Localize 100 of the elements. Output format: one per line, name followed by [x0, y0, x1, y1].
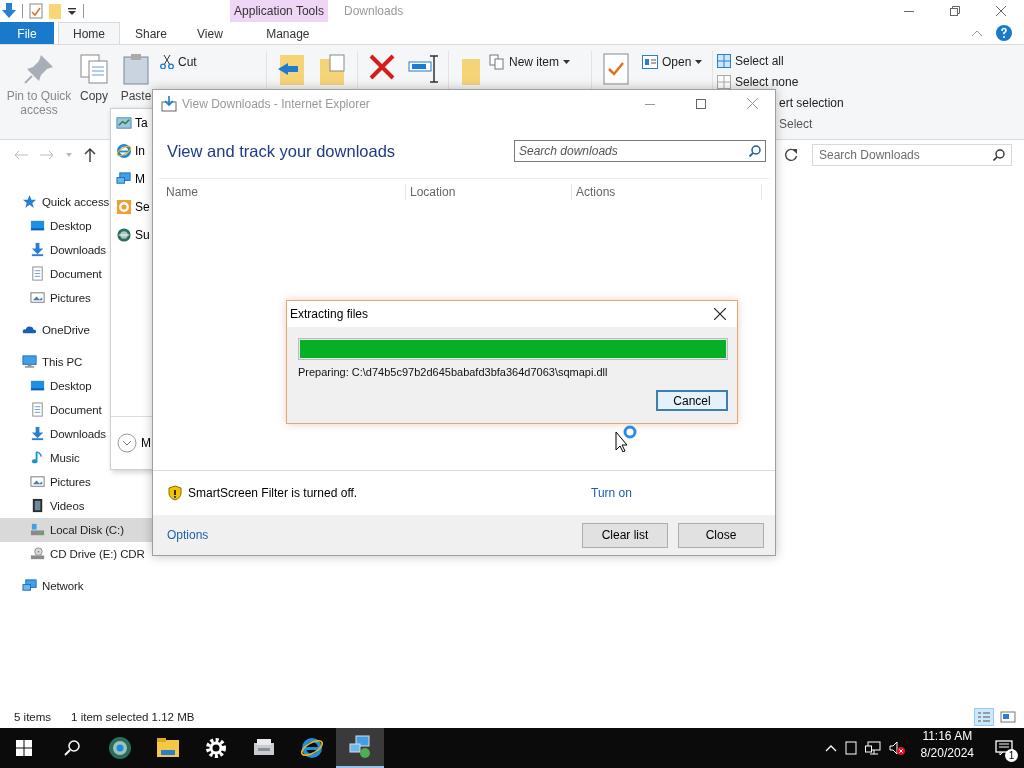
search-field[interactable]: Search Downloads [812, 144, 1012, 166]
column-header[interactable]: Actions [572, 184, 762, 200]
help-icon[interactable] [996, 25, 1012, 41]
dialog-button[interactable]: Close [678, 522, 764, 548]
caret-icon [695, 60, 703, 64]
ribbon-tab[interactable]: Home [58, 22, 120, 44]
properties-icon [29, 3, 43, 19]
status-text: SmartScreen Filter is turned off. [188, 486, 358, 500]
new-item-button[interactable]: New item [489, 55, 585, 69]
dropdown-icon[interactable] [67, 6, 77, 16]
move-to-icon[interactable] [276, 53, 306, 85]
notification-badge: 1 [1005, 749, 1018, 762]
heading: View and track your downloads [167, 141, 396, 161]
nav-item[interactable]: Music [0, 446, 80, 470]
chevron-circle-icon[interactable] [117, 433, 137, 453]
paste-button[interactable]: Paste [116, 45, 156, 103]
nav-item[interactable]: Videos [0, 494, 85, 518]
nav-item[interactable]: Document [0, 262, 102, 286]
folder-icon [49, 3, 61, 19]
context-tab-header: Application Tools [230, 0, 328, 22]
nav-item[interactable]: Desktop [0, 374, 92, 398]
nav-item[interactable]: CD Drive (E:) CDR [0, 542, 145, 566]
select-none-button[interactable]: Select none [717, 75, 799, 89]
computer-icon [22, 354, 38, 370]
dialog-button[interactable]: Clear list [582, 522, 668, 548]
clock[interactable]: 11:16 AM 8/20/2024 [910, 728, 984, 768]
nav-item[interactable]: Desktop [0, 214, 92, 238]
cut-button[interactable]: Cut [160, 55, 260, 69]
nav-item[interactable]: Document [0, 398, 102, 422]
search-icon [749, 145, 761, 157]
search-icon [993, 149, 1005, 161]
globe-icon [116, 227, 132, 243]
copy-icon [79, 53, 109, 85]
menu-item[interactable]: M [141, 436, 151, 450]
menu-item[interactable]: M [111, 165, 145, 193]
menu-item[interactable]: Ta [111, 109, 148, 137]
file-tab[interactable]: File [0, 22, 54, 44]
rename-icon[interactable] [408, 53, 440, 85]
nav-item[interactable]: Network [0, 574, 84, 598]
speaker-muted-icon[interactable] [888, 741, 905, 755]
picture-icon [30, 474, 46, 490]
options-link[interactable]: Options [167, 528, 209, 542]
column-header[interactable]: Name [166, 184, 406, 200]
network-status-icon[interactable] [864, 741, 881, 755]
copy-button[interactable]: Copy [76, 45, 112, 103]
delete-icon[interactable] [368, 53, 396, 81]
document-icon [30, 266, 46, 282]
menu-item[interactable]: Su [111, 221, 150, 249]
nav-item[interactable]: Downloads [0, 238, 106, 262]
nav-item[interactable]: Local Disk (C:) [0, 518, 152, 542]
busy-cursor-icon [615, 425, 639, 452]
download-window-icon [161, 95, 177, 112]
new-item-icon [489, 54, 505, 70]
close-icon[interactable] [714, 308, 726, 320]
open-button[interactable]: Open [642, 55, 712, 69]
paste-icon [123, 53, 149, 85]
dialog-title: Extracting files [290, 307, 369, 321]
invert-selection-button[interactable]: ert selection [779, 96, 844, 110]
turn-on-link[interactable]: Turn on [591, 486, 632, 500]
scissors-icon [160, 55, 174, 69]
document-icon [30, 402, 46, 418]
ribbon-tab[interactable]: View [182, 22, 238, 44]
taskbar-app[interactable] [336, 728, 384, 768]
download-arrow-icon [2, 3, 16, 19]
select-all-button[interactable]: Select all [717, 54, 784, 68]
ribbon-tab[interactable]: Share [120, 22, 183, 44]
cancel-button[interactable]: Cancel [656, 390, 728, 411]
properties-icon[interactable] [603, 53, 629, 85]
chevron-up-icon[interactable] [824, 744, 837, 752]
restore-icon[interactable] [950, 6, 960, 16]
shield-warning-icon [167, 485, 183, 501]
menu-item[interactable]: In [111, 137, 145, 165]
large-icons-view-icon[interactable] [998, 708, 1018, 726]
status-text: 1 item selected 1.12 MB [71, 711, 195, 723]
nav-item[interactable]: Pictures [0, 470, 91, 494]
nav-item[interactable]: OneDrive [0, 318, 90, 342]
menu-item[interactable]: Se [111, 193, 150, 221]
collapse-chevron-icon[interactable] [972, 30, 982, 36]
tablet-icon[interactable] [844, 741, 857, 755]
nav-item[interactable]: This PC [0, 350, 83, 374]
nav-item[interactable]: Quick access [0, 190, 110, 214]
windows-logo-icon [16, 740, 32, 756]
select-all-icon [717, 54, 731, 68]
folder-icon [156, 736, 180, 760]
refresh-icon[interactable] [784, 148, 798, 162]
up-arrow-icon[interactable] [84, 148, 96, 162]
notification-button[interactable]: 1 [984, 728, 1024, 768]
network-icon [116, 171, 132, 187]
control-panel-icon [116, 115, 132, 131]
browser-icon [300, 736, 324, 760]
download-arrow-icon [30, 426, 46, 442]
picture-icon [30, 290, 46, 306]
column-header[interactable]: Location [406, 184, 572, 200]
nav-item[interactable]: Pictures [0, 286, 91, 310]
ribbon-tab[interactable]: Manage [237, 22, 338, 44]
open-icon [642, 55, 658, 69]
maximize-icon[interactable] [696, 98, 706, 109]
search-field[interactable]: Search downloads [514, 140, 766, 162]
star-icon [22, 194, 38, 210]
nav-item[interactable]: Downloads [0, 422, 106, 446]
